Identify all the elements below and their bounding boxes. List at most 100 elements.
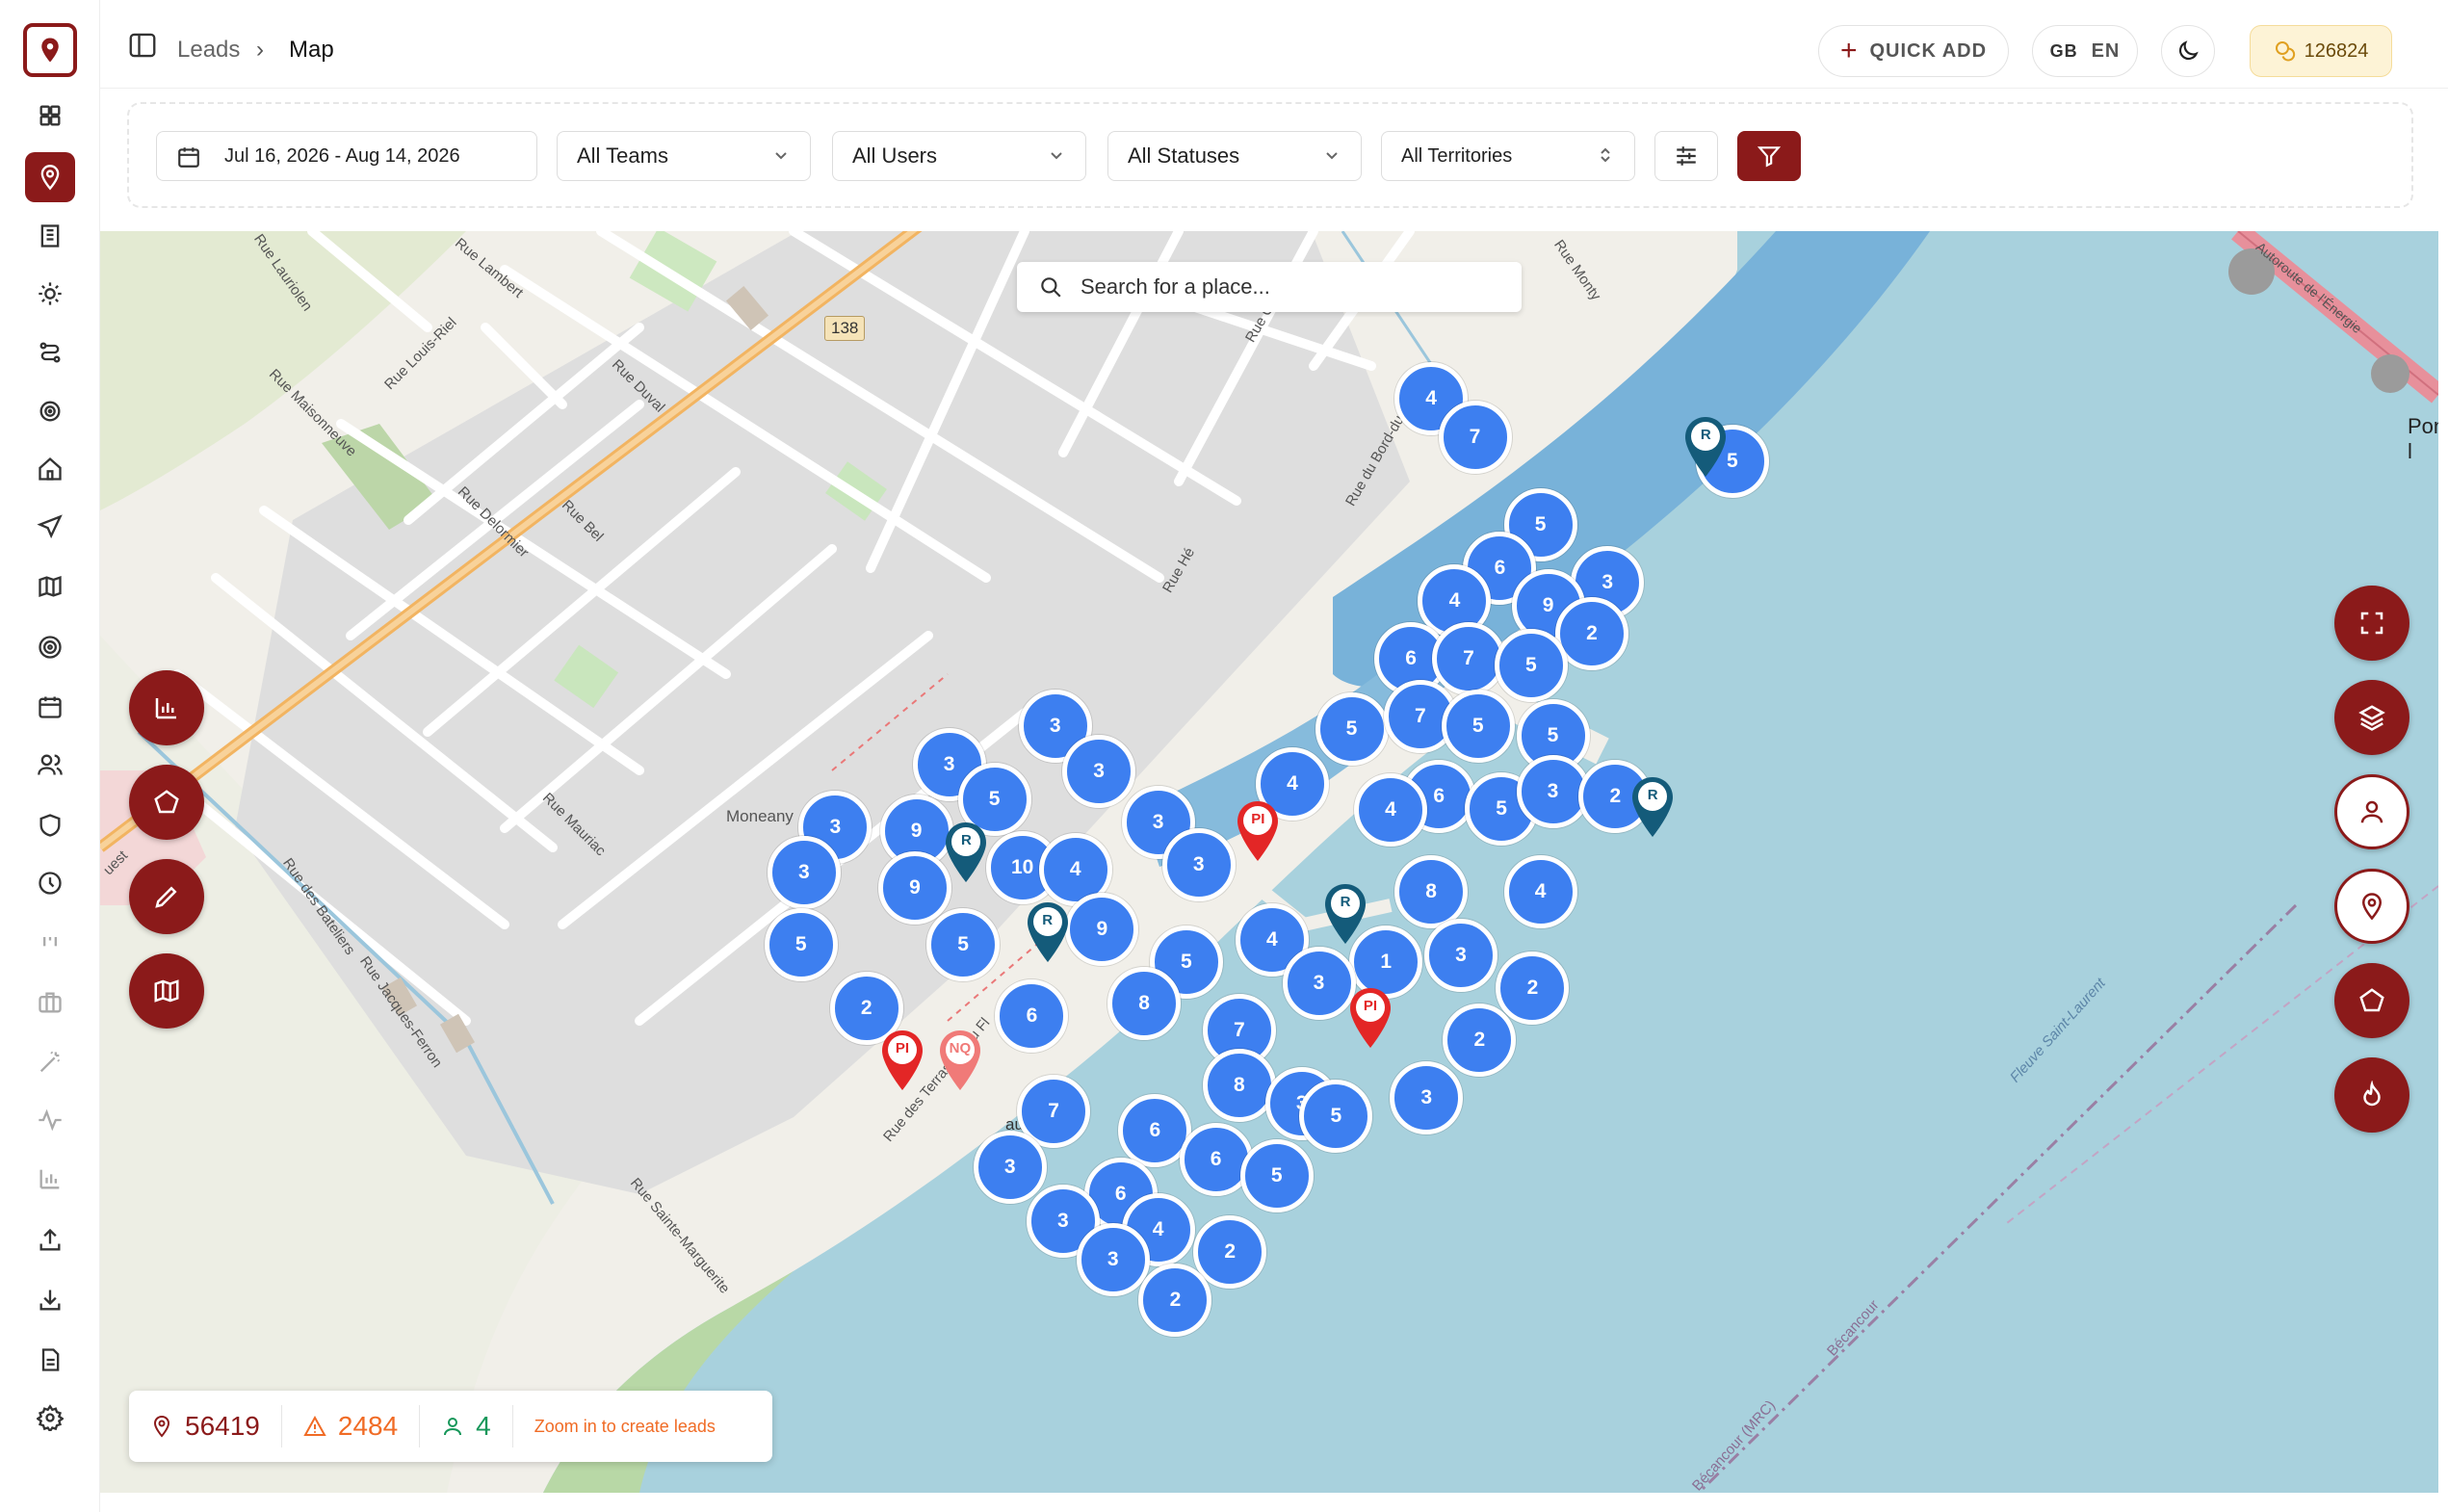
date-range-picker[interactable]: Jul 16, 2026 - Aug 14, 2026 xyxy=(156,131,537,181)
sidebar-item-download[interactable] xyxy=(25,1275,75,1325)
sidebar-item-activity[interactable] xyxy=(25,1095,75,1145)
warning-triangle-icon xyxy=(303,1415,326,1436)
layers-button[interactable] xyxy=(2334,680,2409,755)
cluster-count: 2 xyxy=(1526,977,1539,1000)
territories-select[interactable]: All Territories xyxy=(1381,131,1635,181)
route-shield: 138 xyxy=(824,316,866,341)
draw-polygon-button[interactable] xyxy=(129,765,204,840)
search-icon xyxy=(1041,277,1061,298)
lead-cluster[interactable]: 2 xyxy=(1496,952,1570,1026)
lead-cluster[interactable]: 3 xyxy=(1076,1223,1150,1296)
edit-pencil-button[interactable] xyxy=(129,859,204,934)
lead-cluster[interactable]: 5 xyxy=(926,907,1001,981)
sidebar-item-briefcase[interactable] xyxy=(25,978,75,1028)
lead-cluster[interactable]: 5 xyxy=(1441,689,1515,763)
lead-cluster[interactable]: 9 xyxy=(1065,892,1139,966)
tally-icon xyxy=(43,937,57,947)
advanced-filters-button[interactable] xyxy=(1654,131,1718,181)
user-location-button[interactable] xyxy=(2334,774,2409,849)
territory-polygon-button[interactable] xyxy=(2334,963,2409,1038)
place-search-input[interactable]: Search for a place... xyxy=(1017,262,1522,312)
credits-badge[interactable]: 126824 xyxy=(2250,25,2392,77)
lead-cluster[interactable]: 3 xyxy=(767,836,841,910)
lead-pin-r[interactable]: R xyxy=(1321,882,1369,946)
lead-cluster[interactable]: 4 xyxy=(1503,854,1577,928)
fullscreen-button[interactable] xyxy=(2334,586,2409,661)
sidebar-item-shield[interactable] xyxy=(25,800,75,850)
lead-cluster[interactable]: 5 xyxy=(764,907,838,981)
sidebar-item-home[interactable] xyxy=(25,444,75,494)
sidebar-item-upload[interactable] xyxy=(25,1215,75,1265)
lead-cluster[interactable]: 5 xyxy=(1315,692,1389,767)
lead-pin-pi[interactable]: PI xyxy=(878,1029,926,1092)
sidebar-item-map[interactable] xyxy=(25,561,75,612)
language-selector[interactable]: GB EN xyxy=(2032,25,2138,77)
lead-cluster[interactable]: 7 xyxy=(1438,401,1512,475)
lead-cluster[interactable]: 3 xyxy=(1390,1060,1464,1134)
lead-pin-r[interactable]: R xyxy=(1628,775,1677,839)
bar-chart-icon xyxy=(155,698,176,719)
sidebar-item-sun[interactable] xyxy=(25,269,75,319)
sidebar-item-document[interactable] xyxy=(25,1335,75,1385)
sidebar-item-calendar[interactable] xyxy=(25,682,75,732)
lead-cluster[interactable]: 5 xyxy=(1299,1079,1373,1153)
statuses-select[interactable]: All Statuses xyxy=(1107,131,1362,181)
sidebar-item-map-pin[interactable] xyxy=(25,152,75,202)
alerts-stat: 2484 xyxy=(282,1405,421,1447)
sidebar-item-tally[interactable] xyxy=(25,919,75,969)
lead-cluster[interactable]: 8 xyxy=(1394,854,1469,928)
lead-cluster[interactable]: 5 xyxy=(1239,1138,1314,1212)
lead-pin-pi[interactable]: PI xyxy=(1234,799,1282,863)
lead-pin-pi[interactable]: PI xyxy=(1346,986,1394,1050)
cluster-count: 1 xyxy=(1380,950,1392,973)
sidebar-item-clock[interactable] xyxy=(25,858,75,908)
sidebar-item-target[interactable] xyxy=(25,386,75,436)
sidebar-item-routes[interactable] xyxy=(25,327,75,378)
sidebar-item-bar-chart[interactable] xyxy=(25,1154,75,1204)
lead-cluster[interactable]: 3 xyxy=(1161,828,1236,902)
lead-cluster[interactable]: 8 xyxy=(1107,967,1182,1041)
teams-select[interactable]: All Teams xyxy=(557,131,811,181)
breadcrumb-leads[interactable]: Leads xyxy=(177,37,240,64)
lead-cluster[interactable]: 2 xyxy=(1443,1003,1517,1077)
lead-cluster[interactable]: 8 xyxy=(1202,1048,1276,1122)
chevron-down-icon xyxy=(1051,152,1062,160)
lead-pin-nq[interactable]: NQ xyxy=(936,1029,984,1092)
lead-cluster[interactable]: 3 xyxy=(1062,734,1136,808)
cluster-count: 8 xyxy=(1234,1073,1245,1096)
cluster-count: 4 xyxy=(1448,589,1461,613)
app-logo[interactable] xyxy=(23,23,77,77)
lead-cluster[interactable]: 3 xyxy=(1282,947,1356,1021)
sidebar-item-users[interactable] xyxy=(25,740,75,790)
sidebar-item-settings-gear[interactable] xyxy=(25,1393,75,1443)
analytics-button[interactable] xyxy=(129,670,204,745)
map-layers-button[interactable] xyxy=(129,953,204,1029)
map-marker-icon xyxy=(1325,883,1367,944)
sidebar-toggle-icon[interactable] xyxy=(129,33,156,58)
lead-cluster[interactable]: 4 xyxy=(1354,773,1428,847)
map-canvas[interactable]: Rue Lauriolen Rue Maisonneuve Rue Louis-… xyxy=(100,231,2438,1493)
flag-icon: GB xyxy=(2049,40,2078,61)
apply-filter-button[interactable] xyxy=(1737,131,1801,181)
cluster-count: 3 xyxy=(798,861,810,884)
users-select[interactable]: All Users xyxy=(832,131,1086,181)
lead-cluster[interactable]: 5 xyxy=(1494,628,1568,702)
cluster-count: 8 xyxy=(1425,879,1437,902)
sidebar-item-magic-wand[interactable] xyxy=(25,1037,75,1087)
sidebar-item-building[interactable] xyxy=(25,211,75,261)
sidebar-item-dashboard-grid[interactable] xyxy=(25,91,75,141)
lead-cluster[interactable]: 9 xyxy=(877,851,951,925)
sidebar-item-radar[interactable] xyxy=(25,622,75,672)
lead-cluster[interactable]: 3 xyxy=(973,1131,1047,1205)
lead-pin-r[interactable]: R xyxy=(1681,415,1730,479)
lead-pin-r[interactable]: R xyxy=(1024,900,1072,964)
map-marker-icon xyxy=(1237,800,1279,861)
heatmap-button[interactable] xyxy=(2334,1057,2409,1133)
lead-cluster[interactable]: 3 xyxy=(1423,919,1497,993)
quick-add-button[interactable]: + QUICK ADD xyxy=(1818,25,2009,77)
layers-icon xyxy=(2358,705,2385,731)
pin-toggle-button[interactable] xyxy=(2334,869,2409,944)
theme-toggle-button[interactable] xyxy=(2161,25,2215,77)
sidebar-item-send[interactable] xyxy=(25,502,75,552)
lead-pin-r[interactable]: R xyxy=(942,821,990,884)
